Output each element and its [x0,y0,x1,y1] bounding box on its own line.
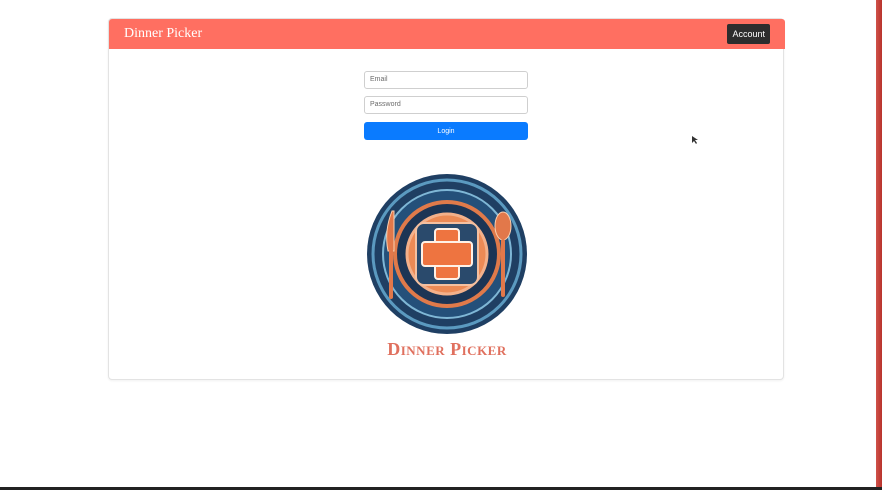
brand-title[interactable]: Dinner Picker [124,26,202,42]
dinner-picker-logo [367,174,527,334]
navbar: Dinner Picker Account [109,19,785,49]
email-input[interactable]: Email [364,71,528,89]
mouse-cursor-icon [692,136,698,144]
account-button[interactable]: Account [727,24,770,44]
main-card: Dinner Picker Account Email Password Log… [108,18,785,380]
password-input[interactable]: Password [364,96,528,114]
logo-wordmark: Dinner Picker [387,339,507,359]
window-edge-right [876,0,882,490]
login-button[interactable]: Login [364,122,528,140]
